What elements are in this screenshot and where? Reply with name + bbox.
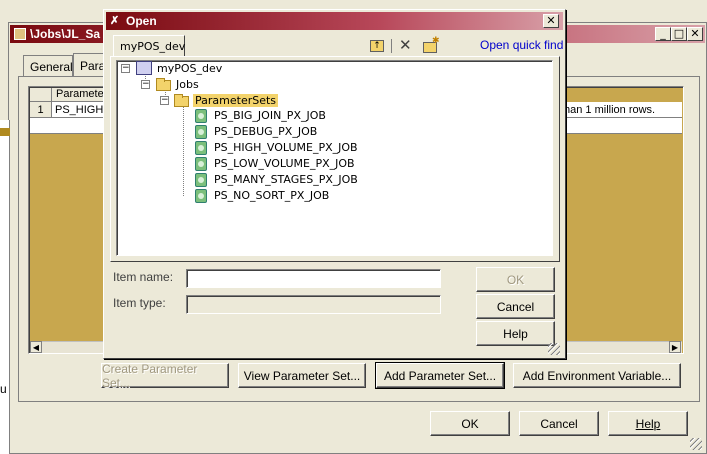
left-edge-text: u [0, 382, 7, 396]
parameter-set-icon [195, 157, 207, 171]
parametersets-collapse-icon[interactable]: − [160, 96, 169, 105]
grid-row-description[interactable]: han 1 million rows. [564, 102, 682, 118]
tree-item-ps-low-volume[interactable]: PS_LOW_VOLUME_PX_JOB [214, 157, 355, 170]
dialog-close-icon[interactable]: ✕ [543, 14, 559, 28]
grid-row-cell[interactable]: PS_HIGH [52, 102, 108, 118]
resize-grip-icon[interactable] [690, 438, 702, 450]
maximize-icon[interactable]: □ [671, 27, 687, 41]
tab-mypos-dev[interactable]: myPOS_dev [113, 35, 185, 57]
tree-item-ps-high-volume[interactable]: PS_HIGH_VOLUME_PX_JOB [214, 141, 358, 154]
jobs-folder-icon [156, 78, 171, 91]
close-icon[interactable]: ✕ [687, 27, 703, 41]
app-icon [14, 28, 26, 40]
job-properties-title: \Jobs\JL_Sa [30, 27, 101, 41]
item-name-label: Item name: [113, 270, 174, 284]
tab-parameters[interactable]: Para [73, 53, 107, 77]
add-environment-variable-button[interactable]: Add Environment Variable... [513, 363, 681, 388]
parameter-set-icon [195, 109, 207, 123]
tree-root-mypos-dev[interactable]: myPOS_dev [157, 62, 222, 75]
tree-folder-parametersets[interactable]: ParameterSets [193, 94, 279, 107]
left-edge-bar [0, 128, 10, 136]
grid-row-header: 1 [30, 102, 52, 118]
open-icon: ✗ [110, 15, 120, 27]
tree-item-ps-debug[interactable]: PS_DEBUG_PX_JOB [214, 125, 317, 138]
view-parameter-set-button[interactable]: View Parameter Set... [238, 363, 366, 388]
parametersets-folder-icon [174, 94, 189, 107]
tree-item-ps-no-sort[interactable]: PS_NO_SORT_PX_JOB [214, 189, 329, 202]
jobs-collapse-icon[interactable]: − [141, 80, 150, 89]
parameter-set-icon [195, 173, 207, 187]
tree-item-ps-many-stages[interactable]: PS_MANY_STAGES_PX_JOB [214, 173, 358, 186]
add-parameter-set-button[interactable]: Add Parameter Set... [375, 362, 505, 389]
scroll-left-icon[interactable]: ◀ [30, 341, 42, 353]
create-parameter-set-button[interactable]: Create Parameter Set... [101, 362, 229, 390]
left-edge-panel [0, 120, 10, 454]
dialog-resize-grip-icon[interactable] [548, 343, 560, 355]
open-quick-find-link[interactable]: Open quick find [480, 38, 563, 52]
dialog-help-button[interactable]: Help [476, 321, 555, 346]
up-folder-icon[interactable]: ↑ [370, 40, 384, 52]
help-button[interactable]: Help [608, 411, 688, 436]
scroll-right-icon[interactable]: ▶ [669, 341, 681, 353]
toolbar-separator [391, 39, 392, 53]
ok-button[interactable]: OK [430, 411, 510, 436]
open-dialog-title: Open [126, 14, 157, 28]
parameter-set-icon [195, 189, 207, 203]
tree-line [183, 106, 184, 196]
parameter-set-icon [195, 125, 207, 139]
minimize-icon[interactable]: _ [655, 27, 671, 41]
parameter-set-icon [195, 141, 207, 155]
dialog-ok-button[interactable]: OK [476, 267, 555, 292]
cancel-button[interactable]: Cancel [519, 411, 599, 436]
delete-icon[interactable]: ✕ [399, 37, 412, 53]
tab-general[interactable]: General [23, 55, 73, 77]
tree-folder-jobs[interactable]: Jobs [176, 78, 199, 91]
project-icon [136, 61, 152, 75]
item-type-label: Item type: [113, 296, 166, 310]
item-name-input[interactable] [186, 269, 441, 288]
tree-item-ps-big-join[interactable]: PS_BIG_JOIN_PX_JOB [214, 109, 326, 122]
grid-corner [30, 88, 52, 102]
root-collapse-icon[interactable]: − [121, 64, 130, 73]
dialog-cancel-button[interactable]: Cancel [476, 294, 555, 319]
new-folder-sparkle-icon: ✱ [432, 36, 440, 46]
open-dialog-titlebar: ✗ Open [106, 12, 563, 30]
item-type-field [186, 295, 441, 314]
